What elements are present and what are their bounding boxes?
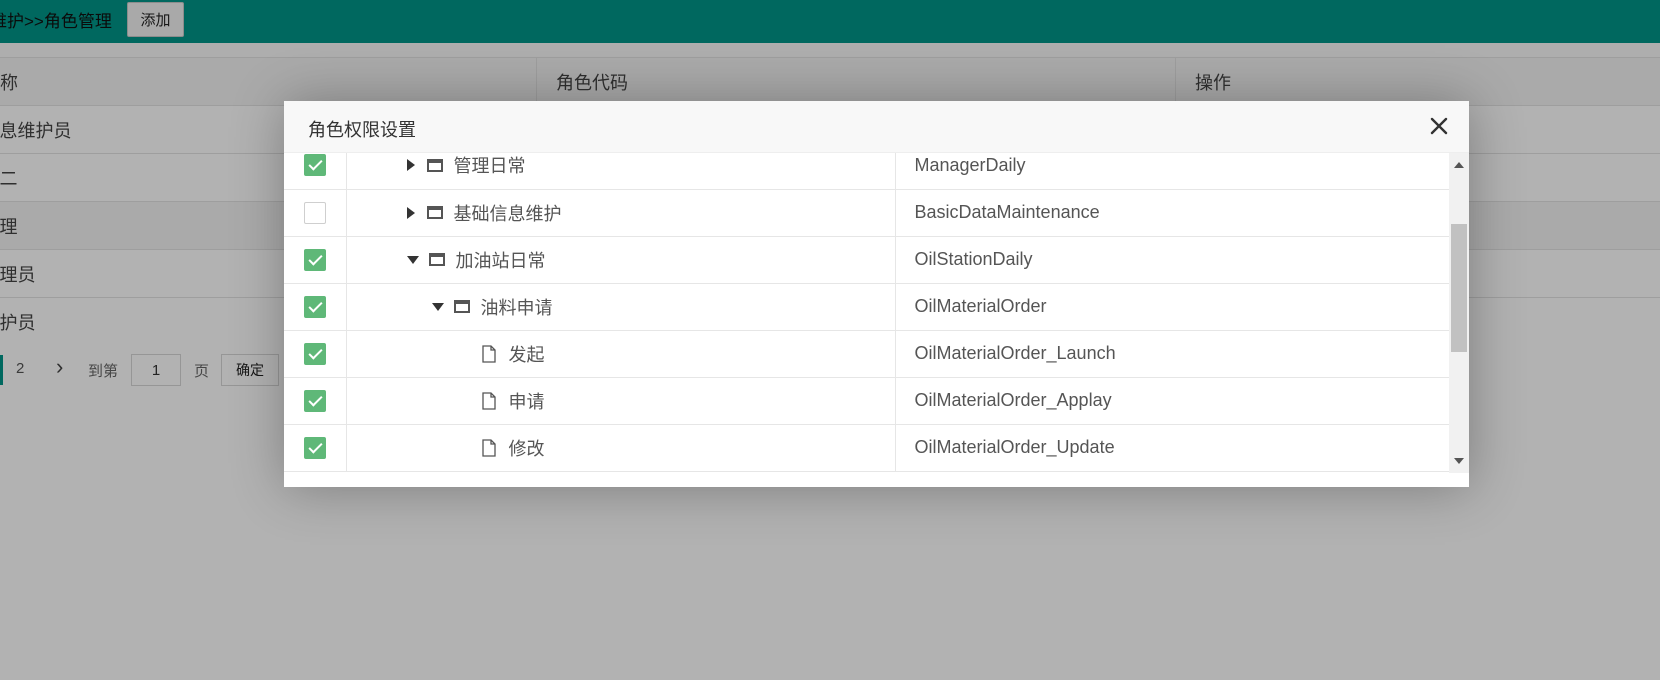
tree-cell-code: ManagerDaily <box>895 153 1449 190</box>
tree-row[interactable]: 加油站日常 OilStationDaily <box>284 236 1449 284</box>
tree-row[interactable]: 发起 OilMaterialOrder_Launch <box>284 330 1449 378</box>
tree-cell-checkbox <box>284 377 347 425</box>
tree-node-label: 油料申请 <box>480 297 553 318</box>
dialog-title: 角色权限设置 <box>308 120 416 140</box>
caret-down-icon[interactable] <box>431 302 444 311</box>
tree-cell-code: OilMaterialOrder_Update <box>895 424 1449 472</box>
tree-cell-code: OilMaterialOrder_Launch <box>895 330 1449 378</box>
tree-node-label: 发起 <box>508 344 545 365</box>
permission-checkbox[interactable] <box>303 154 326 177</box>
tree-node-label: 申请 <box>508 391 545 412</box>
tree-cell-name: 修改 <box>346 424 896 472</box>
dialog-header: 角色权限设置 <box>284 101 1469 153</box>
tree-node[interactable]: 修改 <box>481 425 545 471</box>
caret-down-icon[interactable] <box>406 255 419 264</box>
tree-node-label: 修改 <box>508 438 545 459</box>
tree-node-label: 管理日常 <box>453 156 526 176</box>
folder-icon <box>453 300 470 313</box>
tree-cell-checkbox <box>284 283 347 331</box>
tree-cell-checkbox <box>284 330 347 378</box>
permission-tree[interactable]: 管理日常 ManagerDaily 基础信息维护 BasicDataMaintenan… <box>284 153 1449 473</box>
tree-cell-code: OilMaterialOrder_Applay <box>895 377 1449 425</box>
permission-checkbox[interactable] <box>303 295 326 318</box>
tree-cell-checkbox <box>284 153 347 190</box>
tree-node[interactable]: 加油站日常 <box>406 237 546 283</box>
tree-row[interactable]: 油料申请 OilMaterialOrder <box>284 283 1449 331</box>
folder-icon <box>426 206 443 219</box>
tree-cell-checkbox <box>284 424 347 472</box>
tree-cell-name: 加油站日常 <box>346 236 896 284</box>
tree-cell-checkbox <box>284 236 347 284</box>
role-permission-dialog: 角色权限设置 管理日常 ManagerDaily 基础信息维护 BasicDataMa… <box>284 101 1469 487</box>
tree-cell-name: 油料申请 <box>346 283 896 331</box>
tree-cell-code: OilMaterialOrder <box>895 283 1449 331</box>
tree-node[interactable]: 管理日常 <box>406 153 526 188</box>
tree-cell-name: 申请 <box>346 377 896 425</box>
tree-node[interactable]: 油料申请 <box>431 284 553 330</box>
tree-row[interactable]: 修改 OilMaterialOrder_Update <box>284 424 1449 472</box>
tree-cell-code: BasicDataMaintenance <box>895 189 1449 237</box>
permission-checkbox[interactable] <box>303 436 326 459</box>
tree-node-label: 基础信息维护 <box>453 203 562 224</box>
tree-row[interactable]: 基础信息维护 BasicDataMaintenance <box>284 189 1449 237</box>
permission-checkbox[interactable] <box>303 248 326 271</box>
tree-cell-name: 发起 <box>346 330 896 378</box>
tree-node[interactable]: 基础信息维护 <box>406 190 562 236</box>
scroll-down-arrow-icon[interactable] <box>1454 458 1464 464</box>
caret-right-icon[interactable] <box>406 206 415 219</box>
folder-icon <box>428 253 445 266</box>
scroll-up-arrow-icon[interactable] <box>1454 162 1464 168</box>
tree-row[interactable]: 申请 OilMaterialOrder_Applay <box>284 377 1449 425</box>
tree-cell-name: 基础信息维护 <box>346 189 896 237</box>
file-icon <box>481 391 496 410</box>
tree-row[interactable]: 管理日常 ManagerDaily <box>284 153 1449 190</box>
permission-checkbox[interactable] <box>303 389 326 412</box>
permission-checkbox[interactable] <box>303 201 326 224</box>
tree-node[interactable]: 发起 <box>481 331 545 377</box>
file-icon <box>481 344 496 363</box>
caret-right-icon[interactable] <box>406 159 415 171</box>
tree-node-label: 加油站日常 <box>455 250 546 271</box>
scroll-thumb[interactable] <box>1451 224 1467 352</box>
folder-icon <box>426 158 443 172</box>
permission-tree-table: 管理日常 ManagerDaily 基础信息维护 BasicDataMaintenan… <box>284 153 1449 472</box>
tree-cell-name: 管理日常 <box>346 153 896 190</box>
tree-scrollbar[interactable] <box>1449 153 1469 473</box>
tree-node[interactable]: 申请 <box>481 378 545 424</box>
close-icon[interactable] <box>1427 114 1451 138</box>
tree-cell-checkbox <box>284 189 347 237</box>
file-icon <box>481 438 496 457</box>
permission-checkbox[interactable] <box>303 342 326 365</box>
tree-cell-code: OilStationDaily <box>895 236 1449 284</box>
